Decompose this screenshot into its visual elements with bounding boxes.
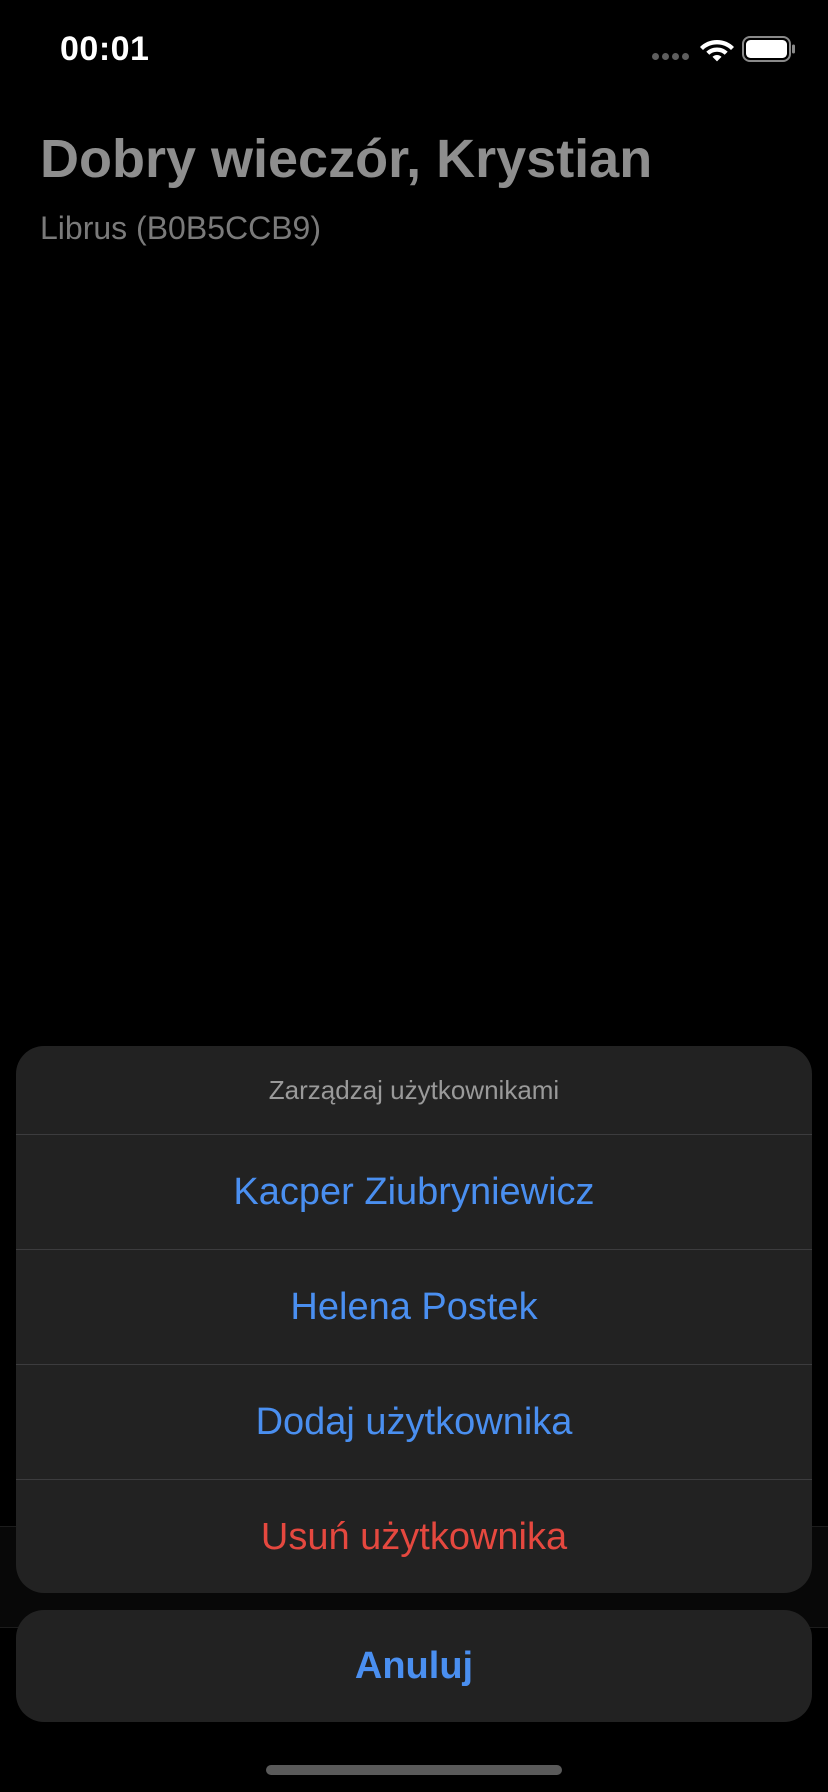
user-option-helena[interactable]: Helena Postek xyxy=(16,1250,812,1365)
cancel-button[interactable]: Anuluj xyxy=(16,1610,812,1722)
battery-icon xyxy=(742,36,795,62)
add-user-button[interactable]: Dodaj użytkownika xyxy=(16,1365,812,1480)
action-sheet: Zarządzaj użytkownikami Kacper Ziubrynie… xyxy=(16,1046,812,1593)
status-bar: 00:01 xyxy=(0,0,828,100)
status-time: 00:01 xyxy=(60,30,150,68)
action-sheet-title: Zarządzaj użytkownikami xyxy=(16,1046,812,1135)
user-option-kacper[interactable]: Kacper Ziubryniewicz xyxy=(16,1135,812,1250)
remove-user-button[interactable]: Usuń użytkownika xyxy=(16,1480,812,1593)
wifi-icon xyxy=(700,40,734,62)
home-indicator[interactable] xyxy=(266,1765,562,1775)
cellular-signal-icon xyxy=(652,53,692,61)
page-title: Dobry wieczór, Krystian xyxy=(40,129,653,189)
account-subtitle: Librus (B0B5CCB9) xyxy=(40,210,321,246)
